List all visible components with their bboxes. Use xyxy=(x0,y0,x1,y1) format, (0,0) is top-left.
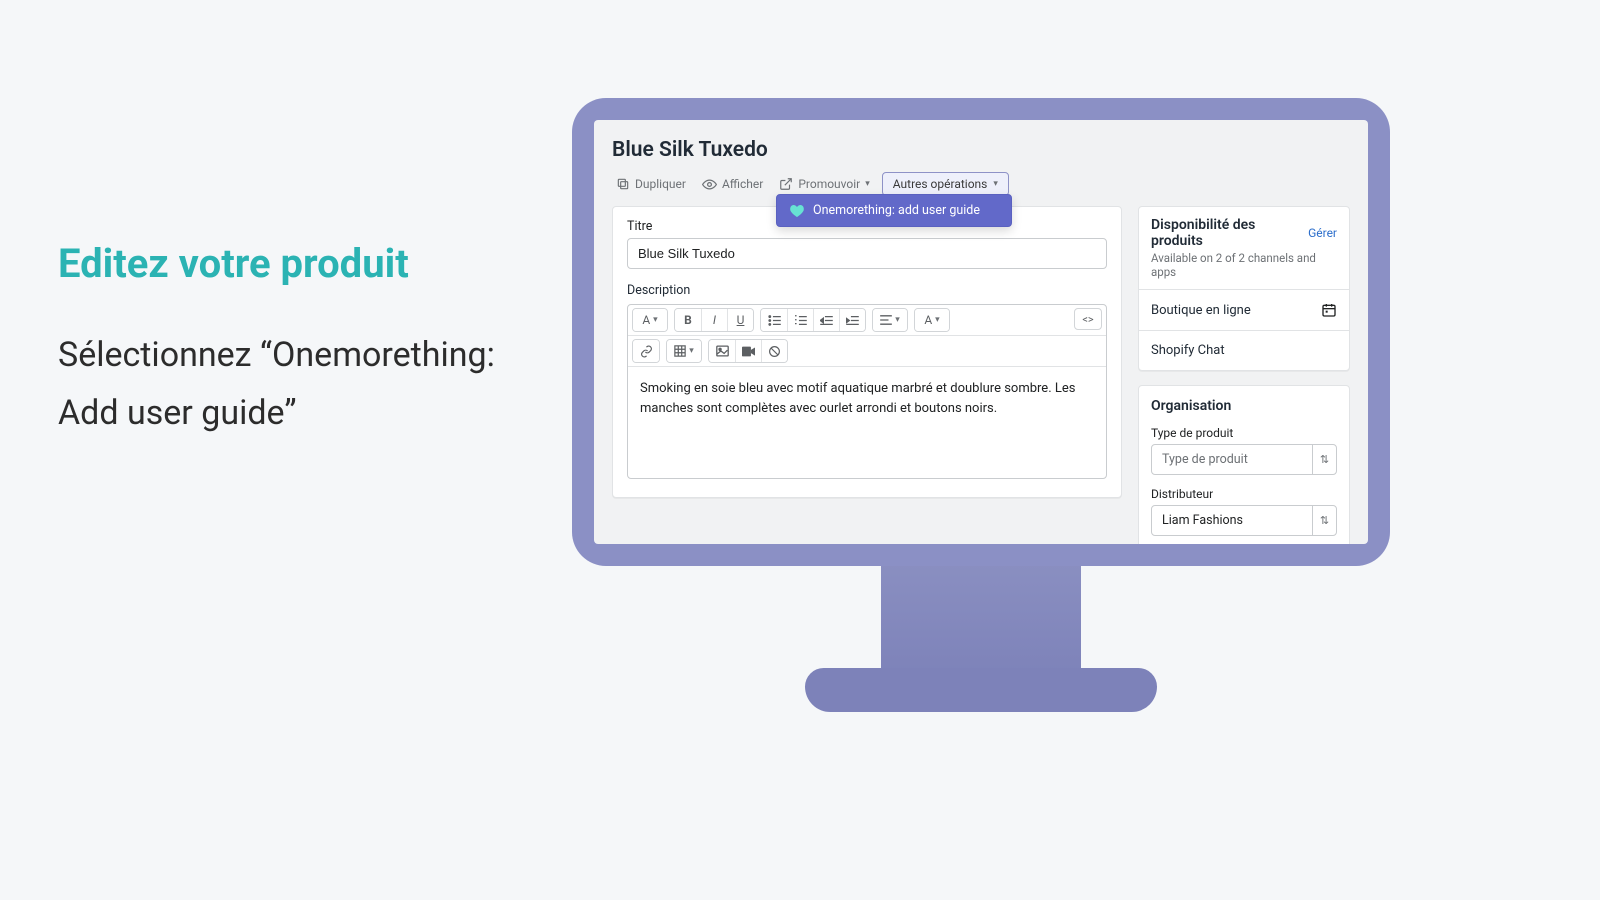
external-link-icon xyxy=(779,177,793,191)
bold-button[interactable]: B xyxy=(675,309,701,331)
promo-subtitle: Sélectionnez “Onemorething: Add user gui… xyxy=(58,327,508,443)
promote-button[interactable]: Promouvoir ▾ xyxy=(775,173,873,195)
page-title: Blue Silk Tuxedo xyxy=(612,138,1350,162)
video-button[interactable] xyxy=(735,340,761,362)
onemorething-icon xyxy=(789,204,805,218)
align-dropdown[interactable]: ▾ xyxy=(873,309,907,331)
indent-button[interactable] xyxy=(839,309,865,331)
availability-card: Disponibilité des produits Gérer Availab… xyxy=(1138,206,1350,371)
action-bar: Dupliquer Afficher Promouvoir ▾ xyxy=(612,172,1350,196)
title-input[interactable] xyxy=(627,238,1107,269)
view-button[interactable]: Afficher xyxy=(698,173,767,196)
vendor-select[interactable]: Liam Fashions ⇅ xyxy=(1151,505,1337,536)
product-type-placeholder: Type de produit xyxy=(1152,445,1312,474)
organization-card: Organisation Type de produit Type de pro… xyxy=(1138,385,1350,544)
product-type-label: Type de produit xyxy=(1151,426,1337,440)
view-label: Afficher xyxy=(722,177,763,191)
font-style-dropdown[interactable]: A ▾ xyxy=(633,309,667,331)
dropdown-item-label: Onemorething: add user guide xyxy=(813,203,980,218)
duplicate-button[interactable]: Dupliquer xyxy=(612,173,690,195)
eye-icon xyxy=(702,177,717,192)
monitor-mockup: Blue Silk Tuxedo Dupliquer Afficher xyxy=(572,98,1390,712)
clear-format-button[interactable] xyxy=(761,340,787,362)
table-dropdown[interactable]: ▾ xyxy=(667,340,701,362)
select-chevron-icon: ⇅ xyxy=(1312,506,1336,535)
channel-label: Boutique en ligne xyxy=(1151,303,1251,318)
promo-title: Editez votre produit xyxy=(58,240,508,287)
chevron-down-icon: ▾ xyxy=(865,179,870,189)
channel-label: Shopify Chat xyxy=(1151,343,1225,358)
outdent-button[interactable] xyxy=(813,309,839,331)
availability-heading: Disponibilité des produits xyxy=(1151,217,1308,249)
italic-button[interactable]: I xyxy=(701,309,727,331)
rich-text-editor: A ▾ B I U xyxy=(627,304,1107,479)
more-operations-button[interactable]: Autres opérations ▾ xyxy=(882,172,1009,196)
duplicate-icon xyxy=(616,177,630,191)
duplicate-label: Dupliquer xyxy=(635,177,686,191)
vendor-value: Liam Fashions xyxy=(1152,506,1312,535)
vendor-label: Distributeur xyxy=(1151,487,1337,501)
more-operations-dropdown-item[interactable]: Onemorething: add user guide xyxy=(776,194,1012,227)
chevron-down-icon: ▾ xyxy=(993,179,998,189)
text-color-dropdown[interactable]: A ▾ xyxy=(915,309,949,331)
underline-button[interactable]: U xyxy=(727,309,753,331)
availability-subtext: Available on 2 of 2 channels and apps xyxy=(1139,251,1349,289)
promote-label: Promouvoir xyxy=(798,177,860,191)
code-view-button[interactable]: <> xyxy=(1074,308,1102,330)
numbered-list-button[interactable] xyxy=(787,309,813,331)
image-button[interactable] xyxy=(709,340,735,362)
more-operations-label: Autres opérations xyxy=(893,177,988,191)
product-main-card: Titre Description A ▾ B xyxy=(612,206,1122,498)
channel-shopify-chat[interactable]: Shopify Chat xyxy=(1139,330,1349,370)
bullet-list-button[interactable] xyxy=(761,309,787,331)
product-type-select[interactable]: Type de produit ⇅ xyxy=(1151,444,1337,475)
description-label: Description xyxy=(627,283,1107,298)
channel-online-store[interactable]: Boutique en ligne xyxy=(1139,289,1349,330)
select-chevron-icon: ⇅ xyxy=(1312,445,1336,474)
manage-link[interactable]: Gérer xyxy=(1308,226,1337,240)
organization-heading: Organisation xyxy=(1151,398,1337,414)
link-button[interactable] xyxy=(633,340,659,362)
description-editor[interactable]: Smoking en soie bleu avec motif aquatiqu… xyxy=(628,367,1106,478)
calendar-icon xyxy=(1321,302,1337,318)
